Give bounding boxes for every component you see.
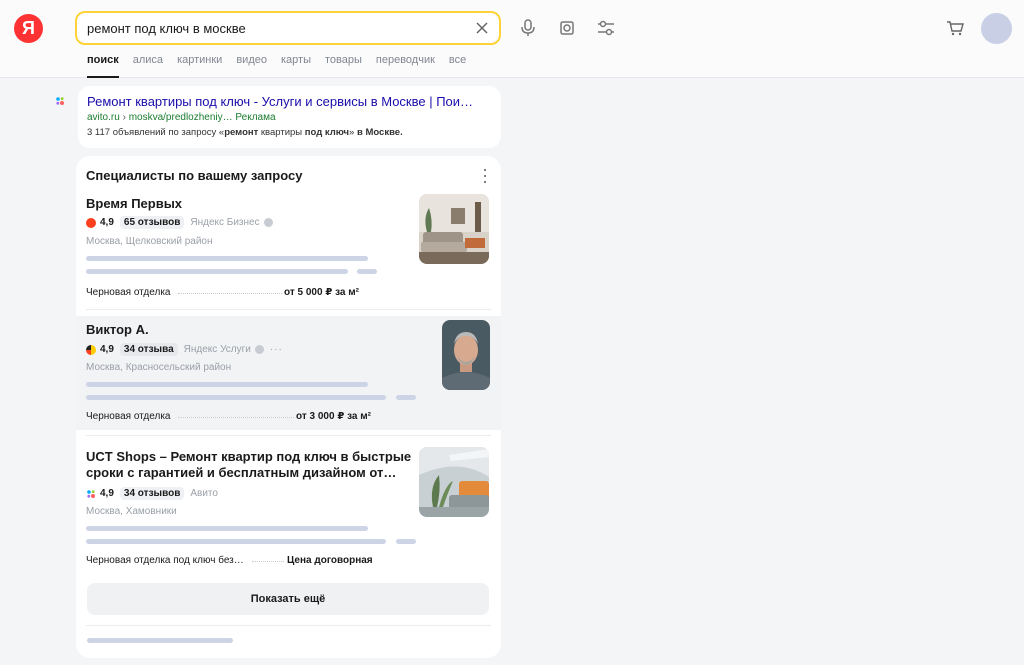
search-input[interactable]	[87, 13, 467, 43]
text-placeholder	[86, 526, 368, 531]
cart-icon	[947, 21, 964, 36]
text-placeholder	[357, 269, 377, 274]
ad-path[interactable]: moskva/predlozheniy…	[129, 112, 233, 123]
source-name: Яндекс Бизнес	[190, 217, 260, 228]
portrait-photo	[442, 320, 490, 390]
price-row: Черновая отделка под ключ без… Цена дого…	[86, 555, 406, 566]
tab-alice[interactable]: алиса	[133, 52, 163, 78]
specialist-name[interactable]: Виктор А.	[86, 322, 149, 338]
text-placeholder	[86, 256, 368, 261]
rating-value: 4,9	[100, 344, 114, 355]
yandex-logo[interactable]: Я	[14, 14, 43, 43]
clear-search-button[interactable]	[473, 19, 491, 37]
ad-result: Ремонт квартиры под ключ - Услуги и серв…	[78, 86, 501, 148]
tab-translator[interactable]: переводчик	[376, 52, 435, 78]
more-options-button[interactable]	[481, 168, 489, 184]
ad-result-title-link[interactable]: Ремонт квартиры под ключ - Услуги и серв…	[87, 94, 492, 109]
service-name: Черновая отделка под ключ без…	[86, 555, 244, 566]
specialist-item[interactable]: Время Первых 4,9 65 отзывов Яндекс Бизне…	[76, 192, 501, 310]
price-row: Черновая отделка от 5 000 ₽ за м²	[86, 287, 376, 298]
service-name: Черновая отделка	[86, 287, 171, 298]
tab-images[interactable]: картинки	[177, 52, 222, 78]
reviews-count[interactable]: 34 отзыва	[119, 343, 178, 356]
url-separator: ›	[122, 112, 126, 123]
rating-value: 4,9	[100, 488, 114, 499]
text-placeholder	[86, 395, 386, 400]
divider	[86, 435, 491, 436]
text-placeholder	[86, 269, 348, 274]
close-icon	[476, 22, 488, 34]
microphone-icon	[521, 19, 535, 36]
location: Москва, Хамовники	[86, 506, 177, 517]
avito-icon	[87, 489, 95, 498]
show-more-button[interactable]: Показать ещё	[87, 583, 489, 615]
yandex-business-icon	[86, 217, 96, 228]
interior-photo	[419, 194, 489, 264]
header: Я поиск алиса картинки видео карты товар…	[0, 0, 1024, 78]
ad-description: 3 117 объявлений по запросу «ремонт квар…	[87, 127, 403, 138]
ellipsis-icon[interactable]: ···	[270, 344, 283, 355]
ad-result-url[interactable]: avito.ru › moskva/predlozheniy… Реклама	[87, 112, 492, 123]
reviews-count[interactable]: 65 отзывов	[119, 216, 185, 229]
image-search-button[interactable]	[556, 17, 578, 39]
text-placeholder	[396, 539, 416, 544]
service-name: Черновая отделка	[86, 411, 171, 422]
price-value: Цена договорная	[287, 555, 373, 566]
user-avatar[interactable]	[981, 13, 1012, 44]
rating-row: 4,9 34 отзыва Яндекс Услуги ···	[86, 343, 283, 356]
specialist-name[interactable]: Время Первых	[86, 196, 182, 212]
location: Москва, Щелковский район	[86, 236, 213, 247]
cart-button[interactable]	[944, 17, 966, 39]
rating-value: 4,9	[100, 217, 114, 228]
sliders-icon	[598, 20, 614, 36]
price-value: от 3 000 ₽ за м²	[296, 411, 371, 422]
tab-maps[interactable]: карты	[281, 52, 311, 78]
specialist-photo[interactable]	[442, 320, 490, 390]
info-icon[interactable]	[263, 218, 273, 227]
tab-search[interactable]: поиск	[87, 52, 119, 78]
divider	[86, 309, 491, 310]
camera-lens-icon	[560, 21, 574, 35]
interior-photo	[419, 447, 489, 517]
source-name: Авито	[190, 488, 218, 499]
yandex-services-icon	[86, 344, 96, 355]
price-row: Черновая отделка от 3 000 ₽ за м²	[86, 411, 386, 422]
text-placeholder	[87, 638, 233, 643]
ad-label: Реклама	[235, 112, 276, 123]
text-placeholder	[86, 539, 386, 544]
specialist-name[interactable]: UCT Shops – Ремонт квартир под ключ в бы…	[86, 449, 411, 481]
tab-products[interactable]: товары	[325, 52, 362, 78]
specialist-photo[interactable]	[419, 194, 489, 264]
search-tabs: поиск алиса картинки видео карты товары …	[87, 52, 480, 78]
tab-all[interactable]: все	[449, 52, 466, 78]
search-box[interactable]	[75, 11, 501, 45]
specialists-card: Специалисты по вашему запросу Время Перв…	[76, 156, 501, 658]
voice-search-button[interactable]	[517, 17, 539, 39]
divider	[86, 625, 491, 626]
kebab-icon	[484, 169, 486, 171]
location: Москва, Красносельский район	[86, 362, 232, 373]
specialist-item[interactable]: UCT Shops – Ремонт квартир под ключ в бы…	[76, 435, 501, 573]
tab-video[interactable]: видео	[236, 52, 267, 78]
source-name: Яндекс Услуги	[183, 344, 251, 355]
avito-favicon-icon	[56, 97, 64, 105]
info-icon[interactable]	[254, 345, 264, 354]
specialist-item[interactable]: Виктор А. 4,9 34 отзыва Яндекс Услуги ··…	[76, 316, 501, 430]
specialists-title: Специалисты по вашему запросу	[86, 168, 303, 183]
ad-domain[interactable]: avito.ru	[87, 112, 120, 123]
reviews-count[interactable]: 34 отзывов	[119, 487, 185, 500]
rating-row: 4,9 34 отзывов Авито	[86, 487, 222, 500]
specialist-photo[interactable]	[419, 447, 489, 517]
price-value: от 5 000 ₽ за м²	[284, 287, 359, 298]
search-settings-button[interactable]	[595, 17, 617, 39]
text-placeholder	[396, 395, 416, 400]
text-placeholder	[86, 382, 368, 387]
rating-row: 4,9 65 отзывов Яндекс Бизнес	[86, 216, 273, 229]
